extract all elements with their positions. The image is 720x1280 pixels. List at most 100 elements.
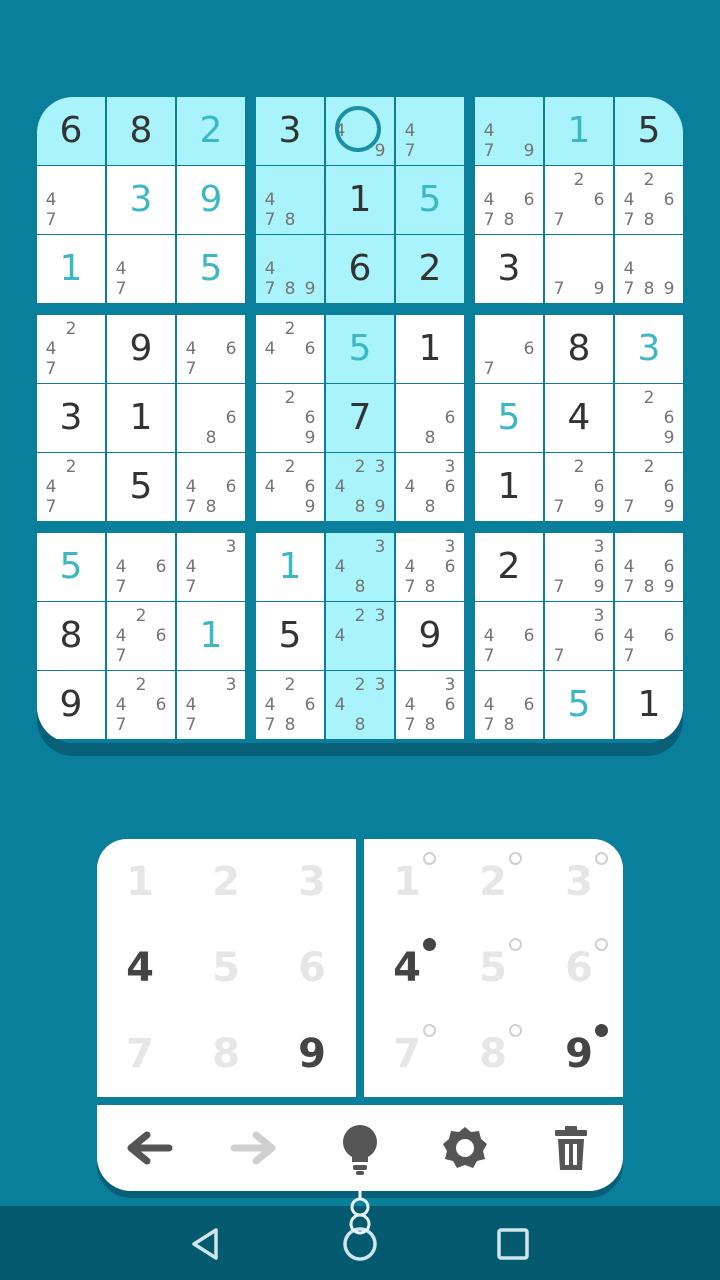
- value-key-6[interactable]: 6: [269, 925, 355, 1011]
- cell-r4c2[interactable]: 9: [107, 315, 175, 383]
- settings-button[interactable]: [435, 1118, 495, 1178]
- cell-r1c9[interactable]: 5: [615, 97, 683, 165]
- cell-r2c9[interactable]: 24 6 78: [615, 166, 683, 234]
- cell-r9c7[interactable]: 4 6 78: [475, 671, 543, 739]
- cell-r2c7[interactable]: 4 6 78: [475, 166, 543, 234]
- cell-r6c6[interactable]: 3 4 68: [396, 453, 464, 521]
- cell-r1c2[interactable]: 8: [107, 97, 175, 165]
- cell-r6c8[interactable]: 26 7 9: [545, 453, 613, 521]
- redo-button[interactable]: [224, 1118, 284, 1178]
- cell-r3c9[interactable]: 4789: [615, 235, 683, 303]
- cell-r7c3[interactable]: 3 47: [177, 533, 245, 601]
- cell-r4c9[interactable]: 3: [615, 315, 683, 383]
- cell-r5c2[interactable]: 1: [107, 384, 175, 452]
- cell-r9c6[interactable]: 3 4 6 78: [396, 671, 464, 739]
- note-key-3[interactable]: 3: [536, 839, 622, 925]
- cell-r2c8[interactable]: 26 7: [545, 166, 613, 234]
- note-key-4[interactable]: 4: [364, 925, 450, 1011]
- nav-home-button[interactable]: [338, 1222, 382, 1266]
- cell-r9c1[interactable]: 9: [37, 671, 105, 739]
- cell-r1c6[interactable]: 47: [396, 97, 464, 165]
- note-key-5[interactable]: 5: [450, 925, 536, 1011]
- cell-r4c8[interactable]: 8: [545, 315, 613, 383]
- cell-r8c8[interactable]: 36 7: [545, 602, 613, 670]
- cell-r5c4[interactable]: 269: [256, 384, 324, 452]
- cell-r6c4[interactable]: 24 69: [256, 453, 324, 521]
- cell-r3c4[interactable]: 4789: [256, 235, 324, 303]
- cell-r9c8[interactable]: 5: [545, 671, 613, 739]
- cell-r6c3[interactable]: 4 6 78: [177, 453, 245, 521]
- cell-r5c3[interactable]: 68: [177, 384, 245, 452]
- cell-r6c5[interactable]: 23 489: [326, 453, 394, 521]
- cell-r4c6[interactable]: 1: [396, 315, 464, 383]
- value-key-1[interactable]: 1: [97, 839, 183, 925]
- cell-r1c7[interactable]: 47 9: [475, 97, 543, 165]
- cell-r5c5[interactable]: 7: [326, 384, 394, 452]
- cell-r3c8[interactable]: 79: [545, 235, 613, 303]
- cell-r4c3[interactable]: 4 6 7: [177, 315, 245, 383]
- cell-r5c9[interactable]: 269: [615, 384, 683, 452]
- cell-r1c3[interactable]: 2: [177, 97, 245, 165]
- cell-r4c1[interactable]: 247: [37, 315, 105, 383]
- cell-r9c3[interactable]: 3 47: [177, 671, 245, 739]
- cell-r3c7[interactable]: 3: [475, 235, 543, 303]
- cell-r1c1[interactable]: 6: [37, 97, 105, 165]
- cell-r9c5[interactable]: 23 48: [326, 671, 394, 739]
- cell-r9c9[interactable]: 1: [615, 671, 683, 739]
- cell-r8c5[interactable]: 23 4: [326, 602, 394, 670]
- cell-r7c6[interactable]: 3 4 6 78: [396, 533, 464, 601]
- cell-r7c7[interactable]: 2: [475, 533, 543, 601]
- nav-recents-button[interactable]: [491, 1222, 535, 1266]
- cell-r1c5[interactable]: 49: [326, 97, 394, 165]
- cell-r3c3[interactable]: 5: [177, 235, 245, 303]
- cell-r6c9[interactable]: 26 7 9: [615, 453, 683, 521]
- cell-r9c4[interactable]: 24 6 78: [256, 671, 324, 739]
- cell-r8c6[interactable]: 9: [396, 602, 464, 670]
- note-key-9[interactable]: 9: [536, 1011, 622, 1097]
- cell-r3c2[interactable]: 47: [107, 235, 175, 303]
- value-key-2[interactable]: 2: [183, 839, 269, 925]
- cell-r2c3[interactable]: 9: [177, 166, 245, 234]
- cell-r8c1[interactable]: 8: [37, 602, 105, 670]
- cell-r1c4[interactable]: 3: [256, 97, 324, 165]
- cell-r2c6[interactable]: 5: [396, 166, 464, 234]
- note-key-1[interactable]: 1: [364, 839, 450, 925]
- cell-r5c7[interactable]: 5: [475, 384, 543, 452]
- cell-r3c1[interactable]: 1: [37, 235, 105, 303]
- note-key-6[interactable]: 6: [536, 925, 622, 1011]
- note-key-8[interactable]: 8: [450, 1011, 536, 1097]
- delete-button[interactable]: [541, 1118, 601, 1178]
- cell-r7c8[interactable]: 36 7 9: [545, 533, 613, 601]
- cell-r5c8[interactable]: 4: [545, 384, 613, 452]
- cell-r3c5[interactable]: 6: [326, 235, 394, 303]
- cell-r2c4[interactable]: 478: [256, 166, 324, 234]
- cell-r7c5[interactable]: 3 48: [326, 533, 394, 601]
- value-key-8[interactable]: 8: [183, 1011, 269, 1097]
- cell-r7c9[interactable]: 4 6 789: [615, 533, 683, 601]
- cell-r8c9[interactable]: 4 6 7: [615, 602, 683, 670]
- cell-r8c3[interactable]: 1: [177, 602, 245, 670]
- cell-r1c8[interactable]: 1: [545, 97, 613, 165]
- cell-r7c1[interactable]: 5: [37, 533, 105, 601]
- cell-r2c1[interactable]: 47: [37, 166, 105, 234]
- note-key-7[interactable]: 7: [364, 1011, 450, 1097]
- cell-r7c4[interactable]: 1: [256, 533, 324, 601]
- cell-r2c5[interactable]: 1: [326, 166, 394, 234]
- cell-r4c5[interactable]: 5: [326, 315, 394, 383]
- cell-r4c7[interactable]: 67: [475, 315, 543, 383]
- cell-r3c6[interactable]: 2: [396, 235, 464, 303]
- note-key-2[interactable]: 2: [450, 839, 536, 925]
- value-key-5[interactable]: 5: [183, 925, 269, 1011]
- value-key-9[interactable]: 9: [269, 1011, 355, 1097]
- cell-r8c2[interactable]: 24 6 7: [107, 602, 175, 670]
- cell-r8c7[interactable]: 4 6 7: [475, 602, 543, 670]
- cell-r2c2[interactable]: 3: [107, 166, 175, 234]
- value-key-4[interactable]: 4: [97, 925, 183, 1011]
- cell-r8c4[interactable]: 5: [256, 602, 324, 670]
- cell-r6c1[interactable]: 247: [37, 453, 105, 521]
- cell-r9c2[interactable]: 24 6 7: [107, 671, 175, 739]
- cell-r5c6[interactable]: 68: [396, 384, 464, 452]
- value-key-7[interactable]: 7: [97, 1011, 183, 1097]
- cell-r7c2[interactable]: 4 6 7: [107, 533, 175, 601]
- undo-button[interactable]: [119, 1118, 179, 1178]
